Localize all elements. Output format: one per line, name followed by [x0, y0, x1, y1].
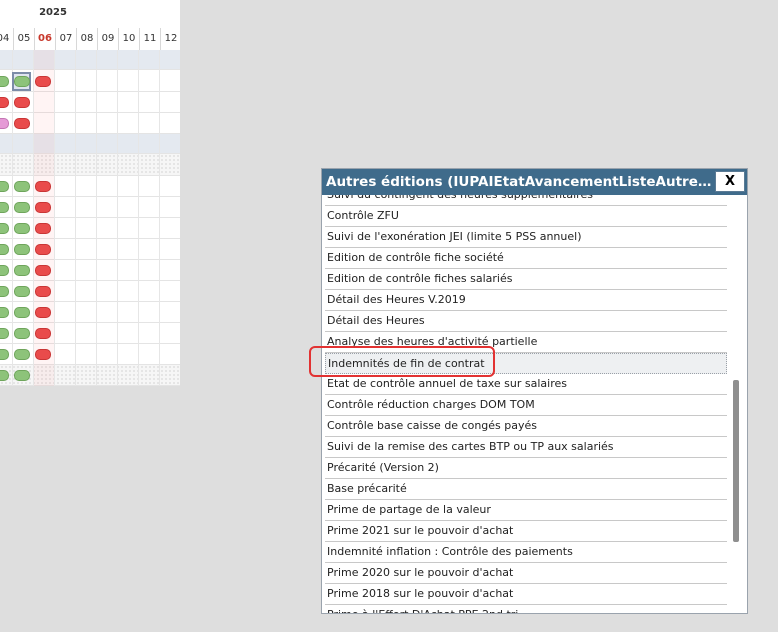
calendar-day-header: 040506070809101112 — [0, 28, 180, 50]
calendar-event-pill[interactable] — [0, 223, 9, 234]
close-button[interactable]: X — [715, 171, 745, 192]
edition-list-item[interactable]: Contrôle réduction charges DOM TOM — [325, 395, 727, 416]
edition-list-item[interactable]: Prime de partage de la valeur — [325, 500, 727, 521]
calendar-day-05: 05 — [13, 28, 34, 50]
grid-line — [96, 50, 97, 386]
calendar-event-pill[interactable] — [14, 244, 30, 255]
grid-line — [54, 50, 55, 386]
calendar-event-pill[interactable] — [14, 307, 30, 318]
calendar-event-pill[interactable] — [35, 223, 51, 234]
calendar-day-09: 09 — [97, 28, 118, 50]
grid-line — [117, 50, 118, 386]
calendar-day-12: 12 — [160, 28, 180, 50]
calendar-event-pill[interactable] — [14, 265, 30, 276]
calendar-event-pill[interactable] — [14, 118, 30, 129]
calendar-row — [0, 134, 180, 154]
edition-list-item[interactable]: Suivi de l'exonération JEI (limite 5 PSS… — [325, 227, 727, 248]
edition-list-item[interactable]: Prime à l'Effort D'Achat PPE 2nd tri — [325, 605, 727, 613]
calendar-event-pill[interactable] — [14, 223, 30, 234]
calendar-event-pill[interactable] — [0, 244, 9, 255]
calendar-day-10: 10 — [118, 28, 139, 50]
edition-list-item[interactable]: Prime 2021 sur le pouvoir d'achat — [325, 521, 727, 542]
calendar-event-pill[interactable] — [14, 328, 30, 339]
calendar-year: 2025 — [39, 7, 67, 18]
edition-list-item[interactable]: Edition de contrôle fiche société — [325, 248, 727, 269]
edition-list-item[interactable]: Prime 2020 sur le pouvoir d'achat — [325, 563, 727, 584]
calendar-event-pill[interactable] — [0, 202, 9, 213]
calendar-event-pill[interactable] — [0, 181, 9, 192]
other-editions-dialog: Autres éditions (IUPAIEtatAvancementList… — [321, 168, 748, 614]
calendar-event-pill[interactable] — [35, 181, 51, 192]
grid-line — [159, 50, 160, 386]
grid-line — [138, 50, 139, 386]
calendar-event-pill[interactable] — [14, 97, 30, 108]
editions-list: Suivi du contingent des heures supplémen… — [322, 195, 728, 613]
edition-list-item[interactable]: Prime 2018 sur le pouvoir d'achat — [325, 584, 727, 605]
calendar-day-06: 06 — [34, 28, 55, 50]
edition-list-item[interactable]: Indemnité inflation : Contrôle des paiem… — [325, 542, 727, 563]
calendar-event-pill[interactable] — [35, 76, 51, 87]
edition-list-item[interactable]: Edition de contrôle fiches salariés — [325, 269, 727, 290]
edition-list-item[interactable]: Contrôle ZFU — [325, 206, 727, 227]
calendar-event-pill[interactable] — [0, 370, 9, 381]
calendar-event-pill[interactable] — [35, 265, 51, 276]
edition-list-item[interactable]: Suivi de la remise des cartes BTP ou TP … — [325, 437, 727, 458]
calendar-row — [0, 154, 180, 176]
calendar-event-pill[interactable] — [0, 76, 9, 87]
edition-list-item[interactable]: Etat de contrôle annuel de taxe sur sala… — [325, 374, 727, 395]
calendar-event-pill[interactable] — [0, 349, 9, 360]
calendar-event-pill[interactable] — [14, 181, 30, 192]
grid-line — [12, 50, 13, 386]
edition-list-item[interactable]: Base précarité — [325, 479, 727, 500]
highlight-annotation — [309, 346, 495, 377]
calendar-day-04: 04 — [0, 28, 13, 50]
calendar-event-pill[interactable] — [14, 76, 30, 87]
calendar-day-11: 11 — [139, 28, 160, 50]
calendar-event-pill[interactable] — [0, 307, 9, 318]
calendar-day-08: 08 — [76, 28, 97, 50]
grid-line — [75, 50, 76, 386]
calendar-event-pill[interactable] — [35, 286, 51, 297]
calendar-event-pill[interactable] — [14, 349, 30, 360]
calendar-event-pill[interactable] — [35, 328, 51, 339]
edition-list-item[interactable]: Suivi du contingent des heures supplémen… — [325, 195, 727, 206]
edition-list-item[interactable]: Détail des Heures V.2019 — [325, 290, 727, 311]
calendar-event-pill[interactable] — [0, 286, 9, 297]
calendar-event-pill[interactable] — [0, 328, 9, 339]
grid-line — [33, 50, 34, 386]
list-scrollbar[interactable] — [733, 380, 739, 542]
calendar-row — [0, 50, 180, 70]
calendar-panel: 2025 040506070809101112 — [0, 0, 180, 386]
calendar-event-pill[interactable] — [35, 349, 51, 360]
edition-list-item[interactable]: Précarité (Version 2) — [325, 458, 727, 479]
edition-list-item[interactable]: Contrôle base caisse de congés payés — [325, 416, 727, 437]
calendar-event-pill[interactable] — [0, 265, 9, 276]
calendar-event-pill[interactable] — [35, 307, 51, 318]
calendar-event-pill[interactable] — [0, 97, 9, 108]
calendar-event-pill[interactable] — [14, 286, 30, 297]
calendar-event-pill[interactable] — [14, 370, 30, 381]
calendar-event-pill[interactable] — [35, 202, 51, 213]
calendar-day-07: 07 — [55, 28, 76, 50]
dialog-title-bar: Autres éditions (IUPAIEtatAvancementList… — [322, 169, 747, 195]
calendar-event-pill[interactable] — [14, 202, 30, 213]
dialog-title: Autres éditions (IUPAIEtatAvancementList… — [326, 174, 716, 190]
calendar-event-pill[interactable] — [0, 118, 9, 129]
edition-list-item[interactable]: Détail des Heures — [325, 311, 727, 332]
calendar-event-pill[interactable] — [35, 244, 51, 255]
